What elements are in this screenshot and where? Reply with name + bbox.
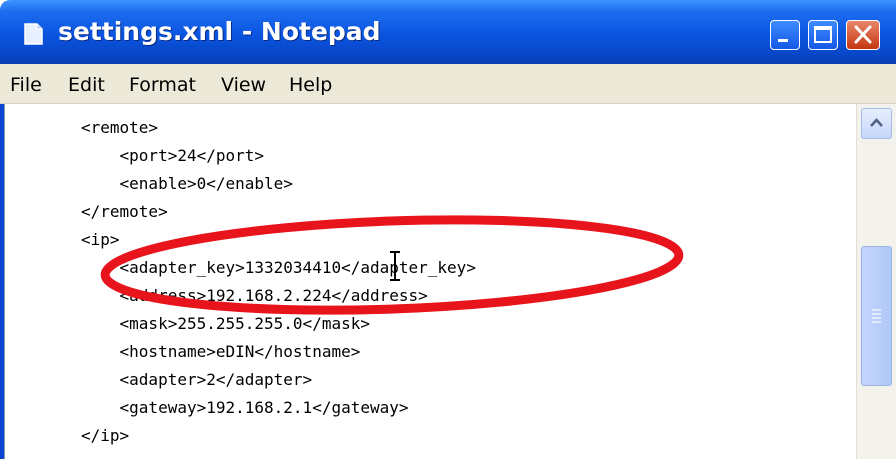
editor-line: <adapter_key>1332034410</adapter_key> [81, 258, 476, 277]
title-bar[interactable]: settings.xml - Notepad [0, 0, 896, 64]
menu-bar: File Edit Format View Help [0, 64, 896, 104]
close-icon [854, 25, 872, 44]
menu-file[interactable]: File [10, 74, 42, 96]
editor-line: <port>24</port> [81, 146, 265, 165]
i-beam-cursor-icon [390, 251, 400, 281]
editor-line: </ip> [81, 426, 130, 445]
scroll-thumb[interactable] [861, 246, 892, 386]
minimize-button[interactable] [770, 20, 800, 50]
menu-format[interactable]: Format [129, 74, 196, 96]
editor-line: <remote> [81, 118, 159, 137]
editor-line: <ip> [81, 230, 120, 249]
text-editor[interactable]: <remote> <port>24</port> <enable>0</enab… [4, 104, 857, 459]
menu-edit[interactable]: Edit [68, 74, 105, 96]
notepad-icon [24, 23, 43, 45]
grip-icon [872, 309, 881, 323]
editor-line: <hostname>eDIN</hostname> [81, 342, 361, 361]
window-title: settings.xml - Notepad [58, 17, 381, 46]
chevron-up-icon [870, 118, 883, 127]
menu-help[interactable]: Help [289, 74, 332, 96]
maximize-icon [814, 26, 832, 43]
editor-line: <adapter>2</adapter> [81, 370, 313, 389]
menu-view[interactable]: View [221, 74, 266, 96]
maximize-button[interactable] [808, 20, 838, 50]
scroll-up-button[interactable] [861, 108, 892, 139]
editor-line: <address>192.168.2.224</address> [81, 286, 428, 305]
editor-line: <gateway>192.168.2.1</gateway> [81, 398, 409, 417]
editor-line: <enable>0</enable> [81, 174, 293, 193]
editor-line: </remote> [81, 202, 168, 221]
editor-line: <mask>255.255.255.0</mask> [81, 314, 370, 333]
vertical-scrollbar[interactable] [856, 104, 896, 459]
minimize-icon [778, 39, 788, 42]
close-button[interactable] [846, 20, 880, 50]
notepad-window: settings.xml - Notepad File Edit Format … [0, 0, 896, 459]
